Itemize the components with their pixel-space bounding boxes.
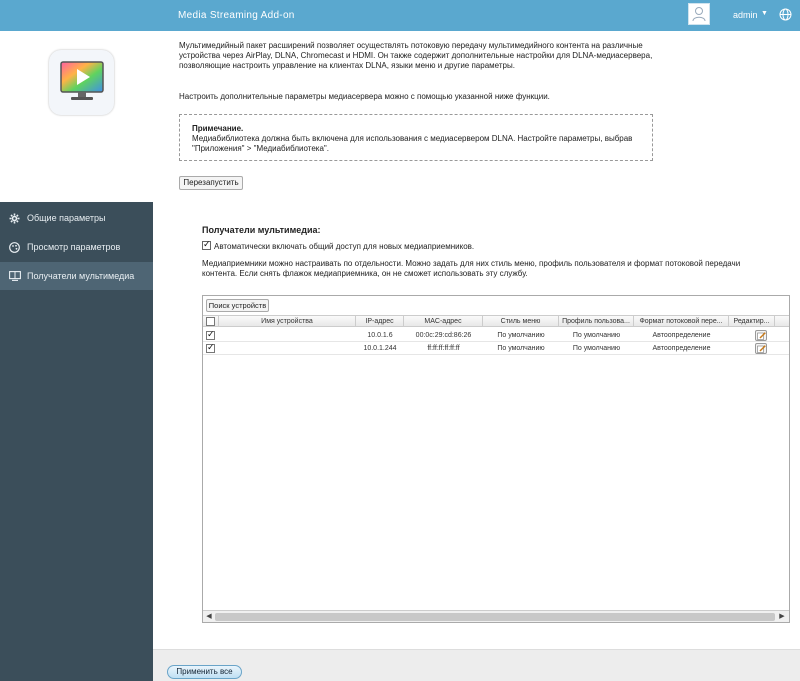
user-avatar-icon[interactable] (688, 3, 710, 25)
receivers-info-text: Медиаприемники можно настраивать по отде… (202, 259, 741, 278)
palette-icon (9, 242, 20, 253)
addon-description-secondary: Настроить дополнительные параметры медиа… (179, 92, 550, 101)
table-row[interactable]: 10.0.1.244 ff:ff:ff:ff:ff:ff По умолчани… (203, 342, 789, 355)
note-box: Примечание. Медиабиблиотека должна быть … (179, 114, 653, 161)
scrollbar-thumb[interactable] (215, 613, 775, 621)
cell-stream-format[interactable]: Автоопределение (634, 330, 729, 342)
column-ip-address[interactable]: IP-адрес (356, 316, 404, 327)
sidebar-item-label: Просмотр параметров (27, 242, 121, 252)
column-mac-address[interactable]: MAC-адрес (404, 316, 483, 327)
cell-device-name (219, 330, 356, 342)
sidebar-item-general-settings[interactable]: Общие параметры (0, 204, 153, 232)
row-checkbox[interactable] (206, 342, 215, 353)
chevron-down-icon[interactable]: ▼ (761, 10, 768, 17)
row-checkbox[interactable] (206, 329, 215, 340)
auto-share-checkbox[interactable] (202, 239, 211, 250)
column-menu-style[interactable]: Стиль меню (483, 316, 559, 327)
cell-mac-address: 00:0c:29:cd:86:26 (415, 332, 472, 339)
sidebar-item-view-settings[interactable]: Просмотр параметров (0, 233, 153, 261)
top-bar: Media Streaming Add-on admin ▼ (0, 0, 800, 31)
footer-bar (153, 649, 800, 681)
cell-menu-style[interactable]: По умолчанию (483, 330, 559, 342)
globe-icon[interactable] (779, 8, 792, 21)
column-edit[interactable]: Редактир... (729, 316, 775, 327)
horizontal-scrollbar[interactable]: ◀ ▶ (203, 610, 789, 622)
section-title: Получатели мультимедиа: (202, 225, 321, 235)
user-menu[interactable]: admin (733, 10, 758, 20)
sidebar-item-media-receivers[interactable]: Получатели мультимедиа (0, 262, 153, 290)
addon-description: Мультимедийный пакет расширений позволяе… (179, 41, 653, 70)
cell-user-profile[interactable]: По умолчанию (559, 330, 634, 342)
edit-icon[interactable] (755, 330, 767, 341)
gear-icon (9, 213, 20, 224)
cell-menu-style[interactable]: По умолчанию (483, 343, 559, 355)
column-device-name[interactable]: Имя устройства (219, 316, 356, 327)
header-select-all[interactable] (203, 316, 219, 327)
media-receivers-icon (9, 271, 21, 281)
cell-user-profile[interactable]: По умолчанию (559, 343, 634, 355)
scroll-left-icon[interactable]: ◀ (204, 612, 214, 622)
column-user-profile[interactable]: Профиль пользова... (559, 316, 634, 327)
note-title: Примечание. (192, 124, 244, 133)
sidebar-item-label: Получатели мультимедиа (27, 271, 135, 281)
note-text: Медиабиблиотека должна быть включена для… (192, 134, 633, 153)
cell-mac-address: ff:ff:ff:ff:ff:ff (427, 345, 460, 352)
monitor-play-icon (60, 61, 104, 100)
edit-icon[interactable] (755, 343, 767, 354)
cell-ip-address: 10.0.1.244 (363, 345, 397, 352)
cell-stream-format[interactable]: Автоопределение (634, 343, 729, 355)
apply-all-button[interactable]: Применить все (167, 665, 242, 679)
column-stream-format[interactable]: Формат потоковой пере... (634, 316, 729, 327)
media-receivers-table: Поиск устройств Имя устройства IP-адрес … (202, 295, 790, 623)
table-header: Имя устройства IP-адрес MAC-адрес Стиль … (203, 315, 789, 327)
table-row[interactable]: 10.0.1.6 00:0c:29:cd:86:26 По умолчанию … (203, 329, 789, 342)
auto-share-label: Автоматически включать общий доступ для … (214, 242, 475, 251)
sidebar-item-label: Общие параметры (27, 213, 106, 223)
sidebar: Общие параметры Просмотр параметров Полу… (0, 202, 153, 681)
app-logo (49, 50, 114, 115)
restart-button[interactable]: Перезапустить (179, 176, 243, 190)
cell-ip-address: 10.0.1.6 (367, 332, 393, 339)
select-all-checkbox[interactable] (206, 317, 215, 326)
cell-device-name (219, 343, 356, 355)
scan-devices-button[interactable]: Поиск устройств (206, 299, 269, 312)
app-title: Media Streaming Add-on (178, 10, 295, 21)
scroll-right-icon[interactable]: ▶ (777, 612, 787, 622)
